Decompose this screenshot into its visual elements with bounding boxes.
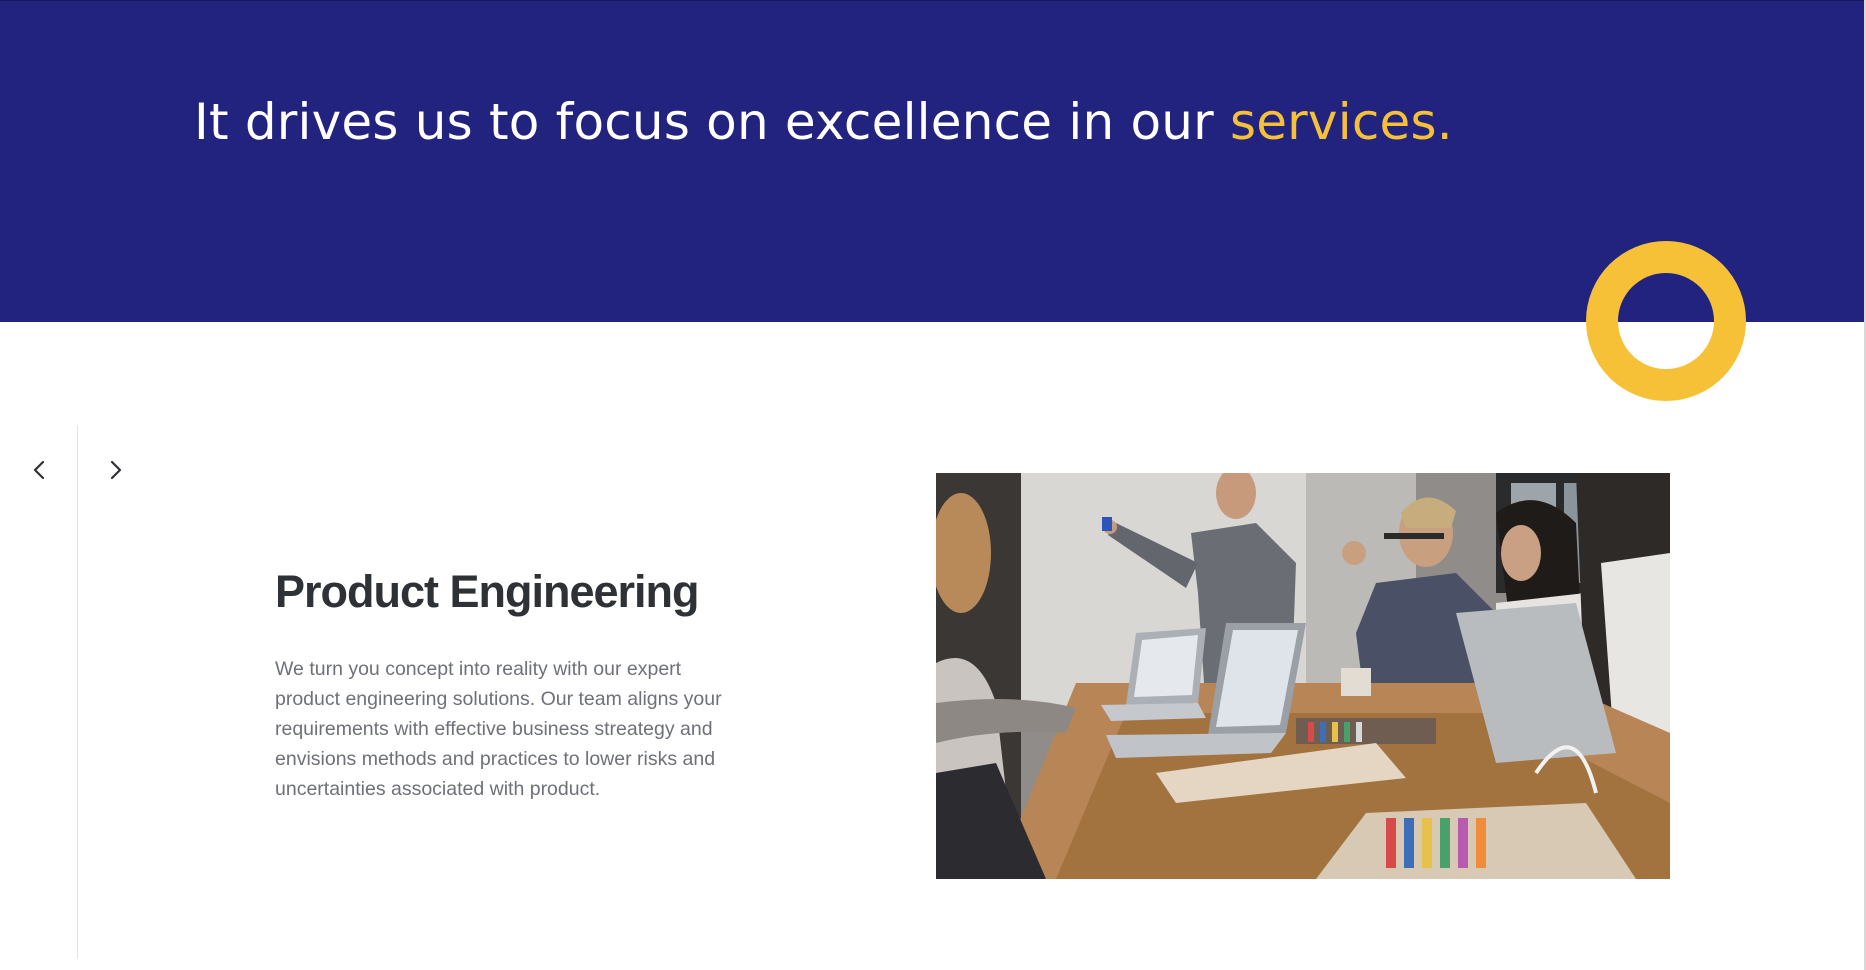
decorative-ring-icon — [1586, 241, 1746, 401]
chevron-left-icon — [33, 460, 45, 480]
team-meeting-image — [936, 473, 1670, 879]
hero-banner: It drives us to focus on excellence in o… — [0, 0, 1866, 322]
carousel-rail-divider — [77, 425, 78, 959]
service-title: Product Engineering — [275, 566, 700, 617]
hero-heading-text: It drives us to focus on excellence in o… — [194, 93, 1230, 151]
page: It drives us to focus on excellence in o… — [0, 0, 1866, 970]
hero-heading: It drives us to focus on excellence in o… — [194, 93, 1453, 151]
carousel-next-button[interactable] — [100, 454, 132, 486]
chevron-right-icon — [110, 460, 122, 480]
service-description: We turn you concept into reality with ou… — [275, 658, 722, 800]
team-meeting-illustration — [936, 473, 1670, 879]
carousel-prev-button[interactable] — [23, 454, 55, 486]
ring-hole — [1618, 273, 1714, 369]
hero-heading-accent: services. — [1229, 93, 1453, 151]
